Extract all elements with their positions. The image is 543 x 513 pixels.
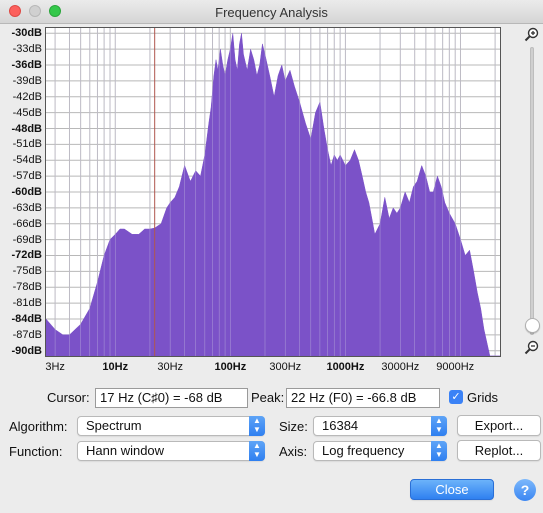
y-tick-label: -60dB [11, 186, 42, 198]
size-select[interactable]: 16384 ▲ ▼ [313, 416, 447, 436]
y-tick-label: -51dB [12, 138, 42, 151]
y-tick-label: -75dB [12, 265, 42, 278]
help-icon[interactable]: ? [514, 479, 536, 501]
dropdown-arrows-icon: ▲ ▼ [431, 441, 447, 461]
y-tick-label: -54dB [12, 154, 42, 167]
y-tick-label: -87dB [12, 328, 42, 341]
x-tick-label: 30Hz [157, 361, 184, 373]
y-tick-label: -78dB [12, 281, 42, 294]
zoom-in-icon[interactable] [524, 27, 540, 43]
close-button[interactable]: Close [410, 479, 494, 500]
y-tick-label: -69dB [12, 233, 42, 246]
y-tick-label: -33dB [12, 43, 42, 56]
spectrum-chart [46, 28, 500, 356]
checkbox-checked-icon[interactable]: ✓ [449, 390, 463, 404]
dropdown-arrows-icon: ▲ ▼ [431, 416, 447, 436]
peak-label: Peak: [251, 390, 285, 405]
x-tick-label: 3000Hz [381, 361, 420, 373]
axis-select[interactable]: Log frequency ▲ ▼ [313, 441, 447, 461]
function-label: Function: [9, 444, 63, 459]
cursor-readout: 17 Hz (C♯0) = -68 dB [95, 388, 248, 408]
y-tick-label: -66dB [12, 217, 42, 230]
window-title: Frequency Analysis [215, 5, 328, 20]
y-tick-label: -42dB [12, 90, 42, 103]
zoom-slider-track[interactable] [530, 47, 534, 335]
axis-label: Axis: [279, 444, 308, 459]
y-tick-label: -90dB [11, 344, 42, 357]
export-button[interactable]: Export... [457, 415, 541, 436]
spectrum-plot[interactable] [45, 27, 501, 357]
algorithm-label: Algorithm: [9, 419, 68, 434]
y-tick-label: -72dB [11, 249, 42, 262]
algorithm-select[interactable]: Spectrum ▲ ▼ [77, 416, 265, 436]
y-tick-label: -81dB [12, 297, 42, 310]
y-tick-label: -84dB [11, 312, 42, 325]
title-bar: Frequency Analysis [0, 0, 543, 24]
algorithm-value: Spectrum [86, 418, 142, 433]
axis-value: Log frequency [322, 443, 405, 458]
y-tick-label: -36dB [11, 59, 42, 72]
x-tick-label: 1000Hz [326, 361, 365, 373]
x-tick-label: 300Hz [269, 361, 302, 373]
cursor-label: Cursor: [47, 390, 90, 405]
y-tick-label: -63dB [12, 201, 42, 214]
function-select[interactable]: Hann window ▲ ▼ [77, 441, 265, 461]
x-tick-label: 3Hz [45, 361, 65, 373]
y-tick-label: -45dB [12, 106, 42, 119]
size-value: 16384 [322, 418, 359, 433]
y-tick-label: -48dB [11, 122, 42, 135]
dropdown-arrows-icon: ▲ ▼ [249, 441, 265, 461]
peak-readout: 22 Hz (F0) = -66.8 dB [286, 388, 440, 408]
y-tick-label: -39dB [12, 74, 42, 87]
y-axis-labels: -30dB -33dB -36dB -39dB -42dB -45dB -48dB -51dB… [0, 27, 44, 357]
x-tick-label: 9000Hz [436, 361, 475, 373]
y-tick-label: -57dB [12, 170, 42, 183]
y-tick-label: -30dB [11, 27, 42, 40]
function-value: Hann window [86, 443, 165, 458]
grids-label[interactable]: Grids [467, 390, 498, 405]
x-tick-label: 10Hz [102, 361, 129, 373]
size-label: Size: [279, 419, 308, 434]
x-tick-label: 100Hz [214, 361, 247, 373]
dropdown-arrows-icon: ▲ ▼ [249, 416, 265, 436]
zoom-out-icon[interactable] [524, 340, 540, 356]
x-axis-labels: 3Hz 10Hz 30Hz 100Hz 300Hz 1000Hz 3000Hz 9000Hz [45, 357, 501, 373]
spectrum-area [46, 33, 500, 356]
zoom-slider-knob[interactable] [525, 318, 540, 333]
replot-button[interactable]: Replot... [457, 440, 541, 461]
